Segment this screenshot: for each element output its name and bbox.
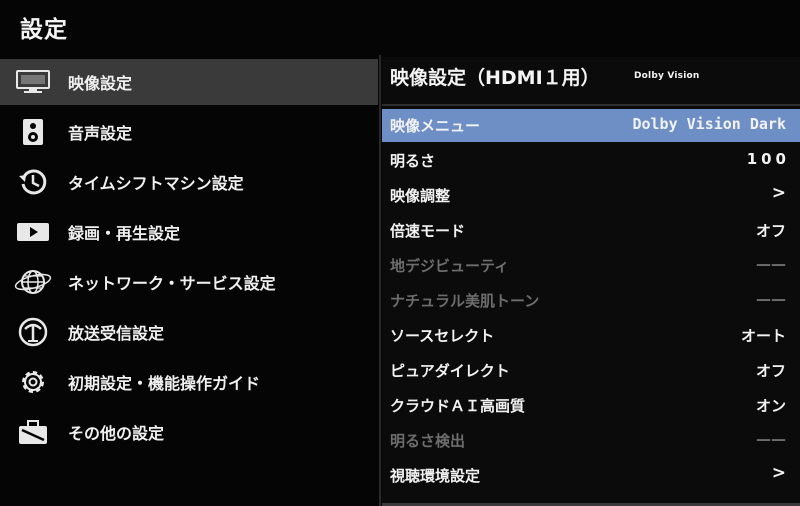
chevron-right-icon: > [771,463,786,483]
chevron-right-icon: > [771,183,786,203]
setting-label: 映像調整 [390,187,451,205]
setting-value: オート [740,327,786,345]
sidebar-item-other[interactable]: その他の設定 [0,409,378,455]
sidebar-item-initial-setup[interactable]: 初期設定・機能操作ガイド [0,359,378,405]
sidebar-item-label: 音声設定 [68,124,133,143]
tv-icon [13,65,53,99]
sidebar-item-label: その他の設定 [68,424,165,443]
setting-row-cloud-ai[interactable]: クラウドＡＩ高画質 オン [382,389,800,422]
setting-label: ナチュラル美肌トーン [390,292,540,310]
setting-value: 100 [746,150,790,168]
title-divider [382,104,800,106]
settings-sidebar: 映像設定 音声設定 タイムシフトマシン設定 録画・再生設定 ネットワーク・サービ… [0,57,378,506]
setting-row-picture-adjust[interactable]: 映像調整 > [382,179,800,212]
setting-value: —— [756,255,786,273]
setting-value: オン [755,397,786,415]
sidebar-item-timeshift[interactable]: タイムシフトマシン設定 [0,159,378,205]
setting-label: 明るさ検出 [390,432,466,450]
panel-divider [379,55,381,506]
globe-icon [13,265,53,299]
timeshift-icon [13,165,53,199]
setting-value: —— [756,430,786,448]
speaker-icon [13,115,53,149]
setting-value: Dolby Vision Dark [632,115,786,133]
setting-row-brightness-detect: 明るさ検出 —— [382,424,800,457]
setting-label: ピュアダイレクト [390,362,510,380]
sidebar-item-recording[interactable]: 録画・再生設定 [0,209,378,255]
setting-row-source-select[interactable]: ソースセレクト オート [382,319,800,352]
dolby-vision-badge: Dolby Vision [634,71,700,81]
setting-row-brightness[interactable]: 明るさ 100 [382,144,800,177]
sidebar-item-label: 録画・再生設定 [68,224,181,243]
sidebar-item-label: 放送受信設定 [68,324,165,343]
sidebar-item-broadcast[interactable]: 放送受信設定 [0,309,378,355]
sidebar-item-label: タイムシフトマシン設定 [68,174,244,193]
setting-label: 明るさ [390,152,436,170]
sidebar-item-label: 映像設定 [68,74,133,93]
sidebar-item-video[interactable]: 映像設定 [0,59,378,105]
page-title: 設定 [20,17,68,43]
sidebar-item-label: 初期設定・機能操作ガイド [68,374,261,393]
toolbox-icon [13,415,53,449]
setting-label: ソースセレクト [390,327,495,345]
setting-value: オフ [755,222,786,240]
setting-row-natural-skin-tone: ナチュラル美肌トーン —— [382,284,800,317]
setting-label: 倍速モード [390,222,466,240]
setting-value: —— [756,290,786,308]
sidebar-item-audio[interactable]: 音声設定 [0,109,378,155]
video-settings-panel: 映像設定（HDMI１用） Dolby Vision 映像メニュー Dolby V… [382,57,800,506]
setting-row-viewing-environment[interactable]: 視聴環境設定 > [382,459,800,492]
play-icon [13,215,53,249]
setting-value: オフ [755,362,786,380]
setting-row-pure-direct[interactable]: ピュアダイレクト オフ [382,354,800,387]
setting-row-terrestrial-beauty: 地デジビューティ —— [382,249,800,282]
setting-row-video-menu[interactable]: 映像メニュー Dolby Vision Dark [382,109,800,142]
sidebar-item-network[interactable]: ネットワーク・サービス設定 [0,259,378,305]
setting-label: クラウドＡＩ高画質 [390,397,526,415]
setting-label: 視聴環境設定 [390,467,481,485]
setting-row-motion-mode[interactable]: 倍速モード オフ [382,214,800,247]
setting-label: 地デジビューティ [390,257,510,275]
antenna-icon [13,315,53,349]
panel-title: 映像設定（HDMI１用） [390,67,600,89]
sidebar-item-label: ネットワーク・サービス設定 [68,274,276,293]
setting-label: 映像メニュー [390,117,481,135]
gear-icon [13,365,53,399]
